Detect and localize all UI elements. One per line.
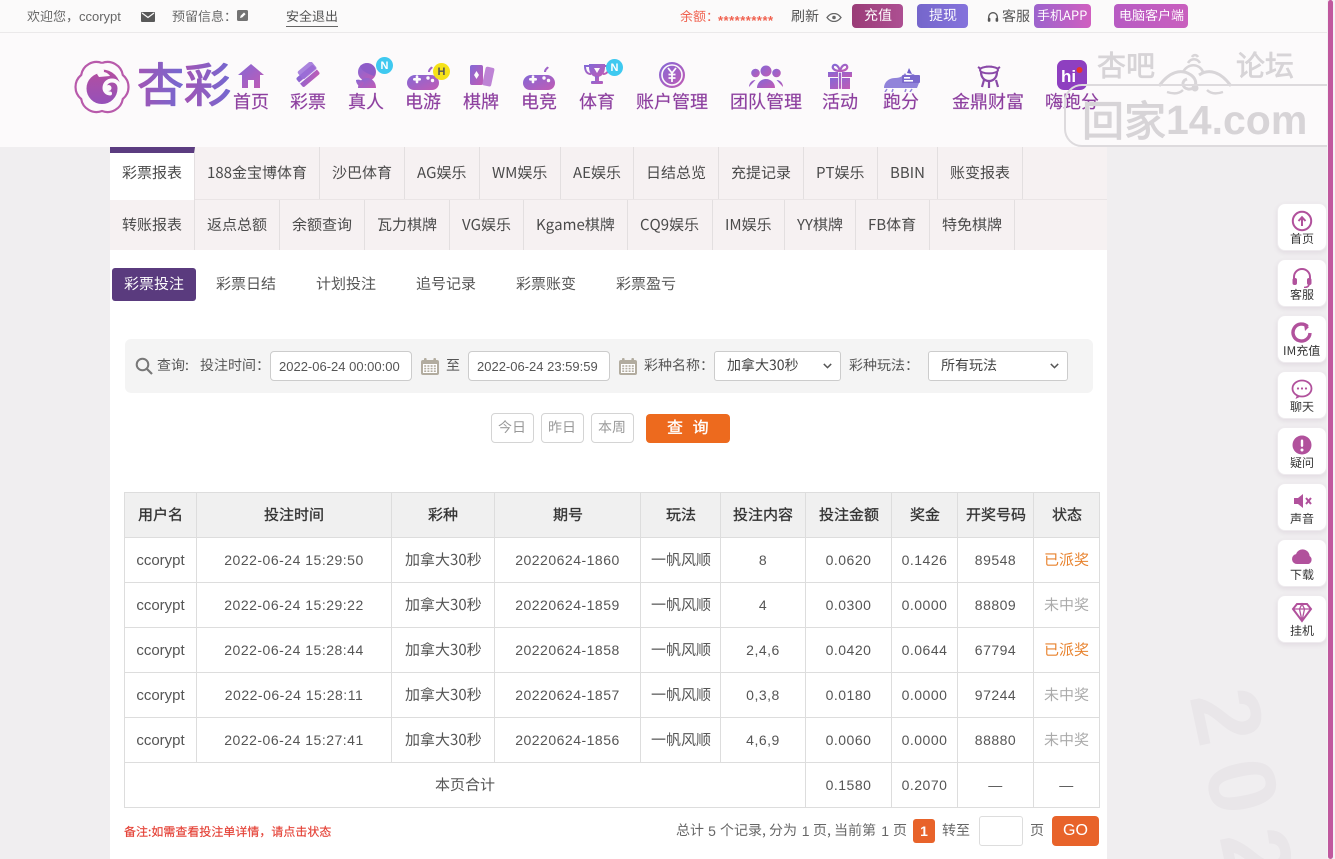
svg-text:hi: hi [1061, 67, 1076, 86]
